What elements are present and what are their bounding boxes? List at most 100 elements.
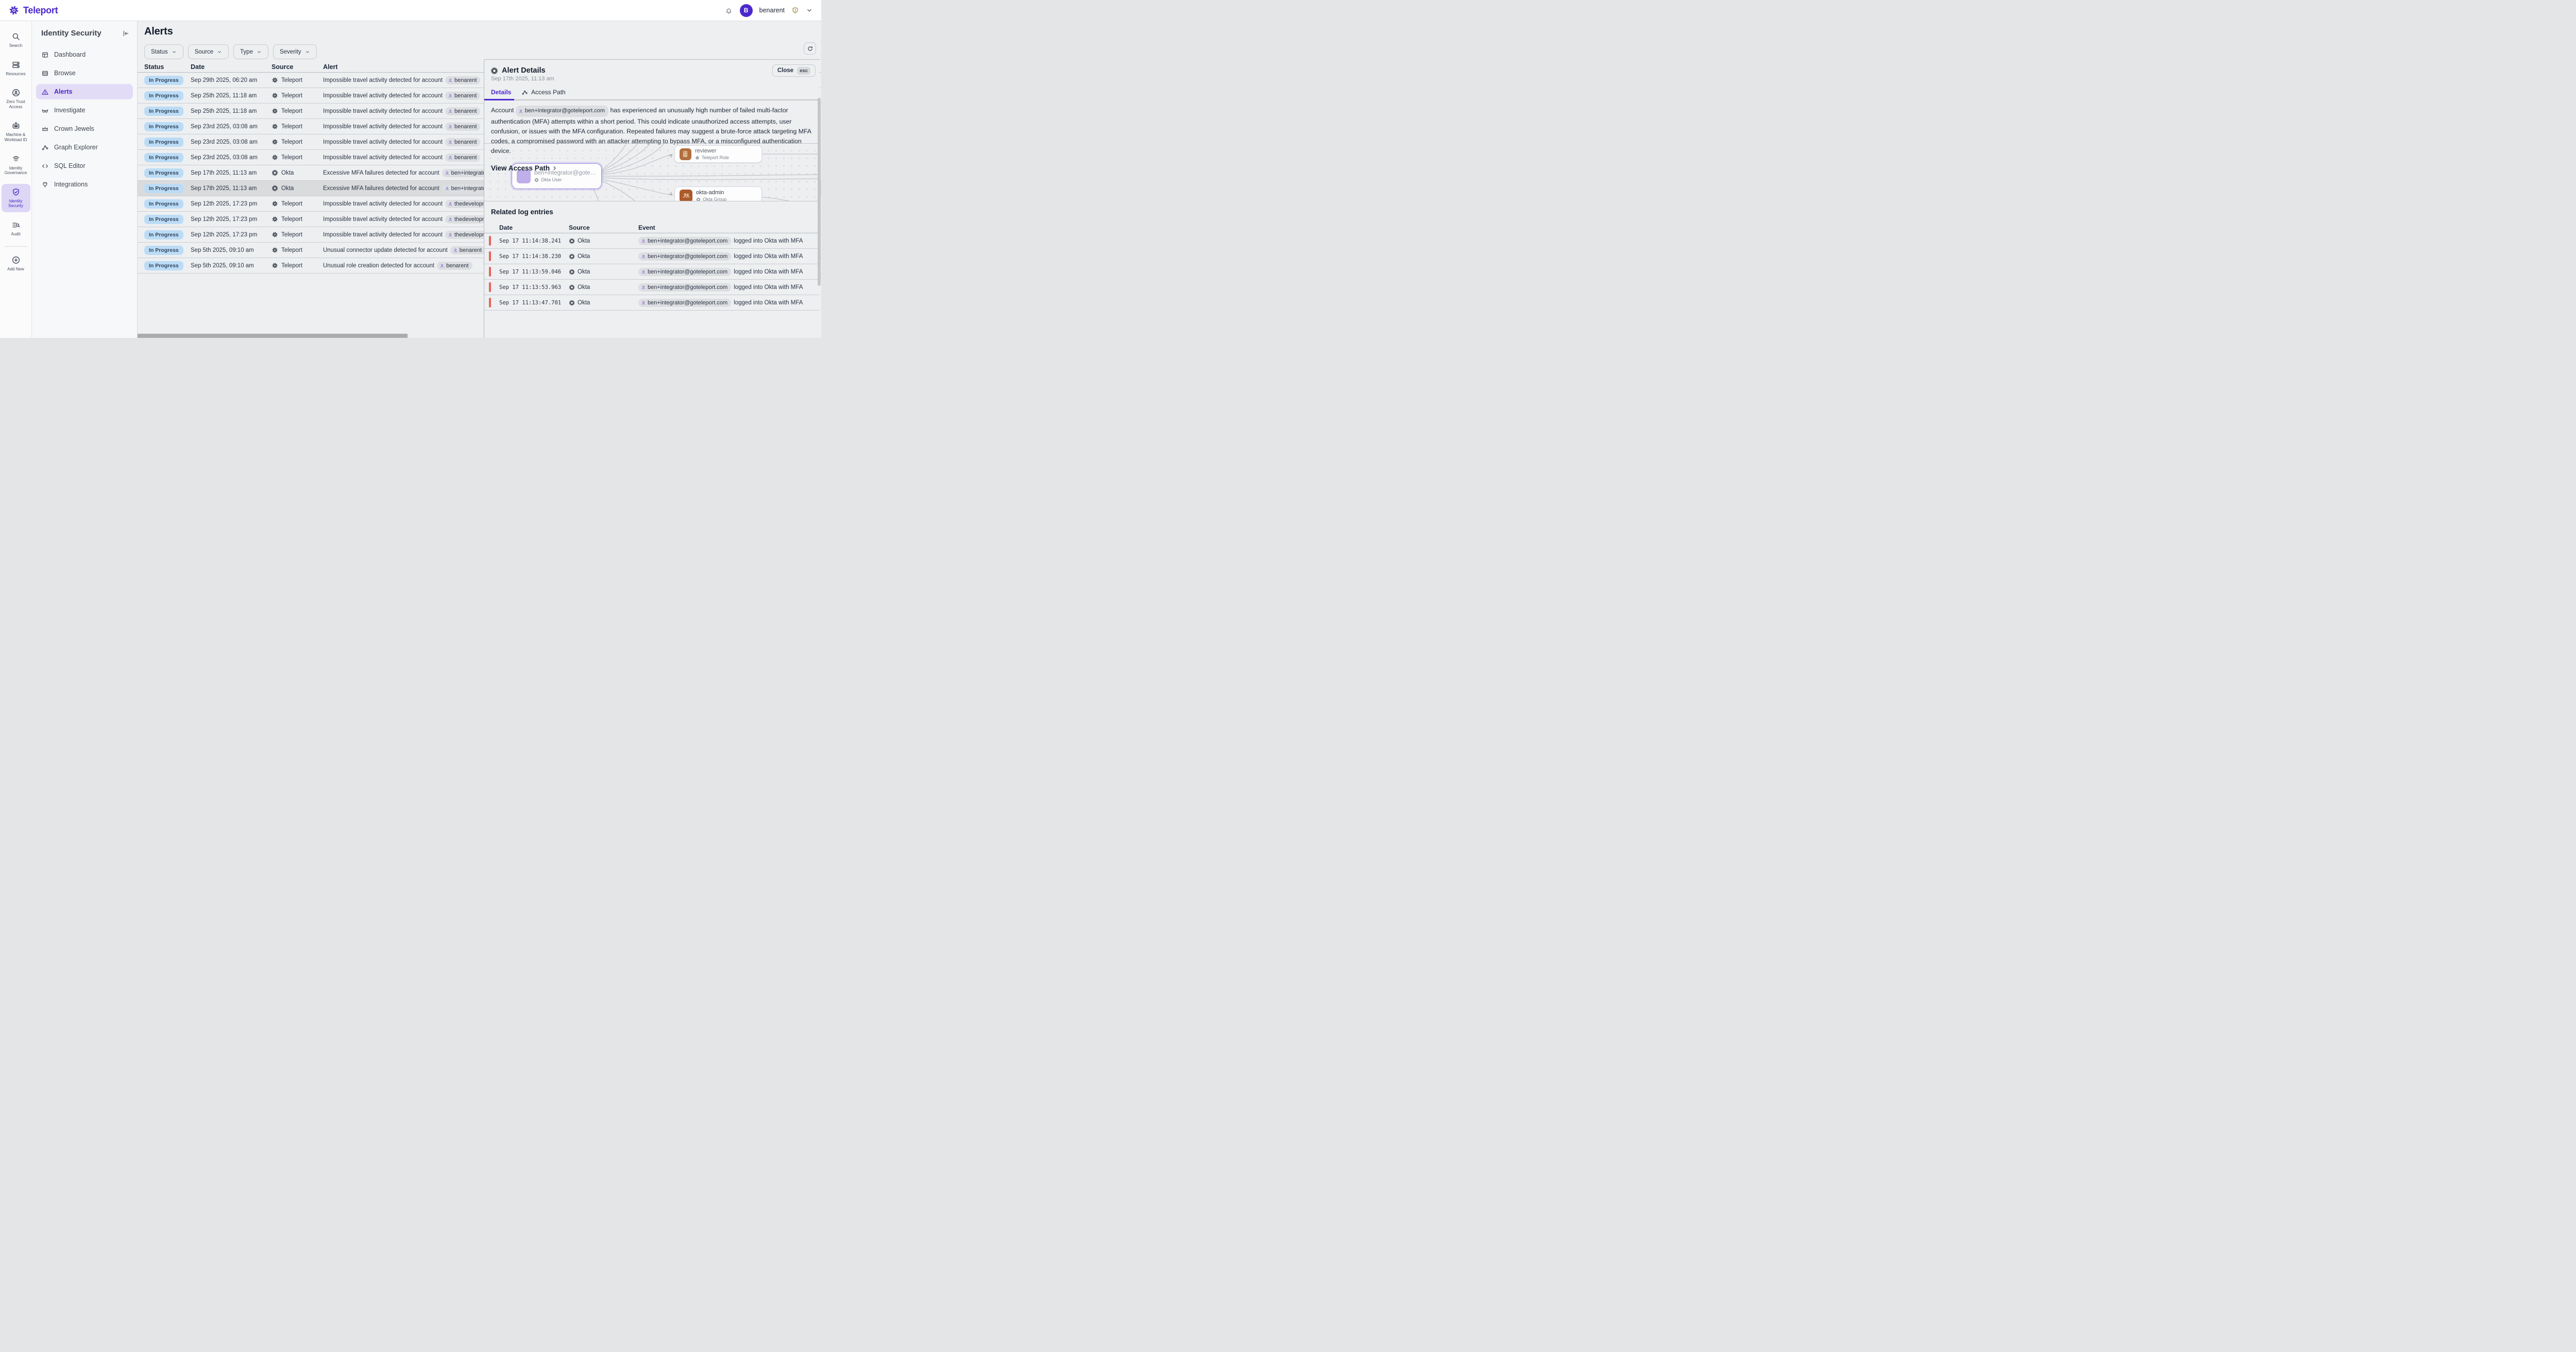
account-name: ben+integrator@goteleport.com (648, 253, 727, 260)
rail-divider (5, 246, 27, 247)
alert-text: Impossible travel activity detected for … (323, 216, 443, 223)
close-button[interactable]: Close esc (772, 64, 816, 77)
rail-item-label: Machine & Workload ID (3, 132, 29, 142)
graph-node-reviewer[interactable]: reviewer Teleport Role (674, 145, 762, 163)
alert-text: Unusual role creation detected for accou… (323, 263, 434, 269)
log-source-label: Okta (578, 284, 590, 290)
rail-item-identity-governance[interactable]: Identity Governance (2, 151, 30, 179)
alert-text: Impossible travel activity detected for … (323, 201, 443, 207)
source-cell: Teleport (272, 216, 323, 223)
column-header-source: Source (272, 63, 323, 71)
tab-details[interactable]: Details (491, 89, 511, 96)
rail-item-resources[interactable]: Resources (2, 57, 30, 80)
log-row[interactable]: Sep 17 11:14:38.241Oktaben+integrator@go… (484, 233, 820, 249)
alert-text: Excessive MFA failures detected for acco… (323, 170, 439, 176)
account-pill[interactable]: ben+integrator@goteleport.com (516, 106, 608, 116)
graph-node-okta-admin[interactable]: okta-admin Okta Group (674, 186, 762, 201)
sidebar-item-alerts[interactable]: Alerts (36, 84, 133, 99)
sidebar-item-sql-editor[interactable]: SQL Editor (36, 158, 133, 174)
sidebar-item-graph-explorer[interactable]: Graph Explorer (36, 140, 133, 155)
filter-status[interactable]: Status (144, 44, 183, 59)
sidebar-item-dashboard[interactable]: Dashboard (36, 47, 133, 62)
notifications-bell-icon[interactable] (724, 6, 733, 15)
machine-id-icon (11, 121, 21, 130)
alert-timestamp: Sep 17th 2025, 11:13 am (491, 76, 554, 82)
rail-item-search[interactable]: Search (2, 28, 30, 52)
chevron-down-icon[interactable] (806, 7, 813, 14)
source-label: Teleport (281, 263, 302, 269)
rail-item-machine-workload-id[interactable]: Machine & Workload ID (2, 117, 30, 146)
avatar[interactable]: B (740, 4, 753, 17)
vertical-scrollbar[interactable] (818, 98, 821, 286)
horizontal-scrollbar[interactable] (138, 334, 408, 338)
brand-logo[interactable]: Teleport (0, 5, 58, 16)
active-tab-underline (484, 99, 514, 100)
account-pill[interactable]: ben+integrator@goteleport.com (638, 283, 731, 292)
filter-severity[interactable]: Severity (273, 44, 317, 59)
plus-circle-icon (11, 255, 21, 265)
main-content: Alerts StatusSourceTypeSeverity StatusDa… (138, 21, 821, 338)
log-date: Sep 17 11:14:38.241 (499, 238, 569, 244)
log-source: Okta (569, 238, 638, 244)
log-event-text: logged into Okta with MFA (734, 284, 803, 290)
log-row[interactable]: Sep 17 11:13:53.963Oktaben+integrator@go… (484, 280, 820, 295)
log-row[interactable]: Sep 17 11:14:38.230Oktaben+integrator@go… (484, 249, 820, 264)
tab-access-path[interactable]: Access Path (521, 89, 566, 96)
code-icon (41, 162, 49, 170)
rail-item-add-new[interactable]: Add New (2, 252, 30, 276)
log-severity-marker (489, 282, 491, 292)
person-icon (453, 248, 458, 253)
sidebar-item-browse[interactable]: Browse (36, 65, 133, 81)
account-pill[interactable]: benarent (445, 138, 480, 146)
log-row[interactable]: Sep 17 11:13:59.046Oktaben+integrator@go… (484, 264, 820, 280)
account-pill[interactable]: benarent (445, 123, 480, 131)
account-pill[interactable]: ben+integrator@goteleport.com (638, 252, 731, 261)
date-cell: Sep 12th 2025, 17:23 pm (191, 232, 272, 238)
status-cell: In Progress (144, 261, 191, 270)
account-pill[interactable]: benarent (437, 262, 472, 270)
view-access-path-link[interactable]: View Access Path (491, 164, 557, 172)
account-pill[interactable]: benarent (445, 153, 480, 162)
account-pill[interactable]: ben+integrator@goteleport.com (638, 268, 731, 276)
account-pill[interactable]: benarent (445, 92, 480, 100)
date-cell: Sep 25th 2025, 11:18 am (191, 93, 272, 99)
account-pill[interactable]: benarent (445, 107, 480, 115)
source-cell: Okta (272, 169, 323, 176)
topbar-right: B benarent (724, 4, 821, 17)
date-cell: Sep 25th 2025, 11:18 am (191, 108, 272, 114)
collapse-sidebar-icon[interactable] (122, 29, 130, 38)
rail-item-zero-trust-access[interactable]: Zero Trust Access (2, 84, 30, 113)
account-name: benarent (454, 77, 477, 83)
rail-item-label: Search (9, 43, 22, 48)
account-pill[interactable]: benarent (450, 246, 485, 254)
rail-item-audit[interactable]: Audit (2, 217, 30, 241)
filter-type[interactable]: Type (233, 44, 268, 59)
date-cell: Sep 12th 2025, 17:23 pm (191, 216, 272, 223)
account-pill[interactable]: benarent (445, 76, 480, 84)
source-label: Teleport (281, 247, 302, 253)
source-cell: Teleport (272, 262, 323, 269)
teleport-gear-icon (272, 77, 278, 83)
filter-source[interactable]: Source (188, 44, 229, 59)
source-cell: Teleport (272, 92, 323, 99)
resources-icon (11, 60, 21, 70)
account-pill[interactable]: ben+integrator@goteleport.com (638, 299, 731, 307)
refresh-button[interactable] (804, 42, 816, 55)
sidebar-item-label: Graph Explorer (54, 144, 98, 151)
shield-warning-icon[interactable] (791, 6, 799, 14)
log-date: Sep 17 11:14:38.230 (499, 253, 569, 260)
account-name: ben+integrator@goteleport.com (648, 269, 727, 275)
status-badge: In Progress (144, 246, 183, 255)
log-row[interactable]: Sep 17 11:13:47.701Oktaben+integrator@go… (484, 295, 820, 311)
sidebar-item-investigate[interactable]: Investigate (36, 102, 133, 118)
date-cell: Sep 17th 2025, 11:13 am (191, 170, 272, 176)
alert-text: Impossible travel activity detected for … (323, 124, 443, 130)
panel-header: Alert Details Close esc (490, 64, 816, 77)
account-pill[interactable]: ben+integrator@goteleport.com (638, 237, 731, 245)
rail-item-identity-security[interactable]: Identity Security (2, 184, 30, 212)
sidebar-item-integrations[interactable]: Integrations (36, 177, 133, 192)
sidebar-item-crown-jewels[interactable]: Crown Jewels (36, 121, 133, 136)
related-logs-header: DateSourceEvent (484, 222, 820, 233)
status-cell: In Progress (144, 230, 191, 239)
okta-icon (569, 269, 575, 275)
